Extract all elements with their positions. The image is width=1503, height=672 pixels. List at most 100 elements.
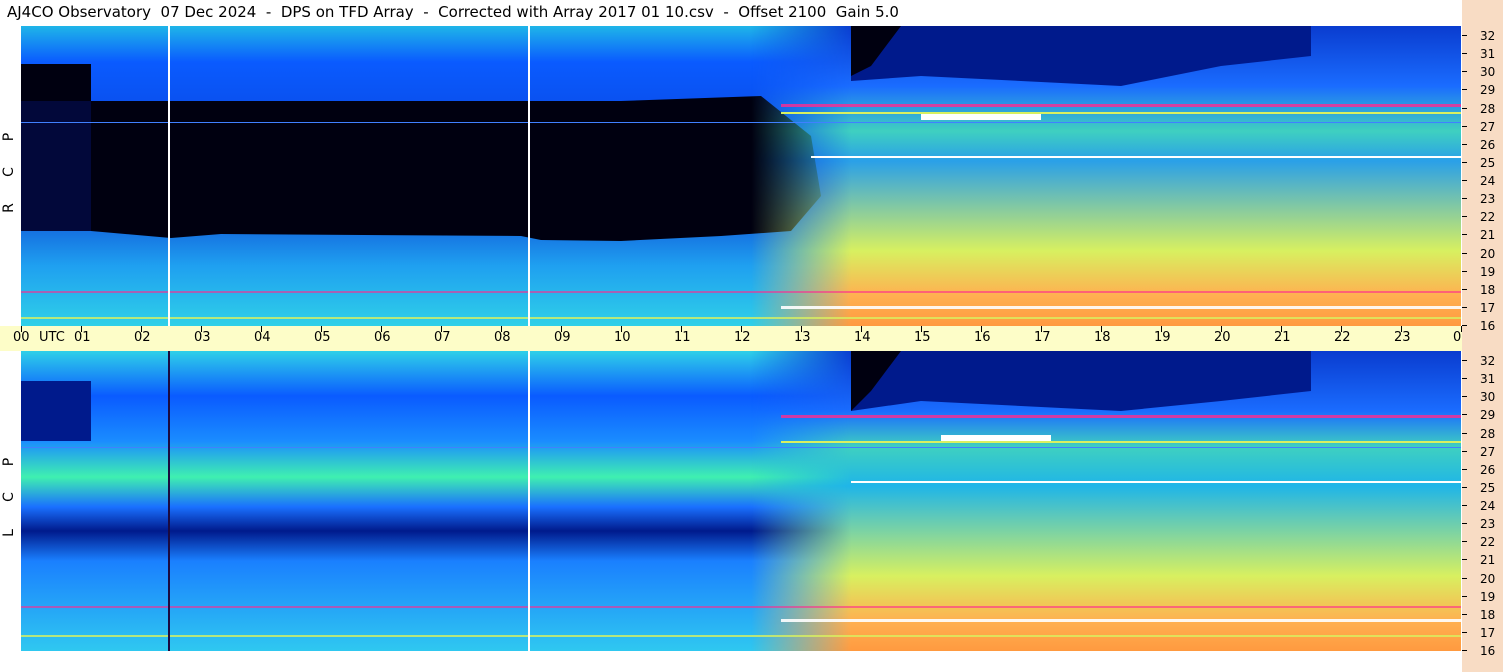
time-tick-mark: [621, 326, 622, 332]
freq-tick-label: 18: [1480, 607, 1496, 622]
freq-tick-mark: [1462, 450, 1467, 452]
freq-tick-label: 20: [1480, 571, 1496, 586]
pol-letter: P: [1, 457, 17, 467]
freq-tick-label: 16: [1480, 644, 1496, 658]
freq-tick-label: 17: [1480, 625, 1496, 640]
time-tick-mark: [921, 326, 922, 332]
lcp-label-column: P C L: [0, 351, 20, 651]
freq-tick-label: 19: [1480, 589, 1496, 604]
freq-tick-mark: [1462, 234, 1467, 236]
freq-tick-label: 25: [1480, 155, 1496, 170]
freq-tick-label: 16: [1480, 319, 1496, 333]
rcp-label-column: P C R: [0, 26, 20, 326]
time-tick-mark: [141, 326, 142, 332]
freq-tick-mark: [1462, 71, 1467, 73]
freq-tick-label: 26: [1480, 137, 1496, 152]
time-tick-mark: [81, 326, 82, 332]
freq-tick-label: 28: [1480, 101, 1496, 116]
time-tick-label: 16: [974, 330, 991, 345]
time-tick-mark: [381, 326, 382, 332]
time-tick-mark: [741, 326, 742, 332]
freq-tick-mark: [1462, 505, 1467, 506]
time-tick-label: 19: [1154, 330, 1171, 345]
freq-tick-mark: [1462, 161, 1467, 163]
time-tick-label: 10: [614, 330, 631, 345]
time-tick-label: 23: [1394, 330, 1411, 345]
time-tick-mark: [1221, 326, 1222, 332]
freq-tick-mark: [1462, 396, 1467, 398]
freq-tick-mark: [1462, 432, 1467, 434]
freq-tick-mark: [1462, 288, 1467, 290]
time-tick-label: 07: [434, 330, 451, 345]
time-tick-mark: [1041, 326, 1042, 332]
freq-tick-label: 19: [1480, 264, 1496, 279]
pol-letter: L: [1, 529, 17, 537]
time-axis-bar: 00 01 02 03 04 05 06 07 08 09 10 11 12 13 14 15 16 17 18 19…: [0, 326, 1500, 351]
freq-tick-label: 32: [1480, 29, 1496, 43]
freq-tick-mark: [1462, 559, 1467, 561]
freq-tick-label: 27: [1480, 119, 1496, 134]
freq-tick-mark: [1462, 577, 1467, 579]
time-tick-label: 03: [194, 330, 211, 345]
freq-tick-mark: [1462, 325, 1467, 326]
freq-tick-mark: [1462, 35, 1467, 36]
freq-tick-label: 30: [1480, 390, 1496, 405]
time-tick-mark: [681, 326, 682, 332]
time-tick-mark: [201, 326, 202, 332]
freq-tick-mark: [1462, 414, 1467, 416]
freq-tick-label: 20: [1480, 246, 1496, 261]
freq-tick-label: 24: [1480, 174, 1496, 188]
time-tick-mark: [441, 326, 442, 332]
freq-tick-mark: [1462, 523, 1467, 525]
time-tick-mark: [981, 326, 982, 332]
time-tick-label: 14: [854, 330, 871, 345]
freq-tick-mark: [1462, 180, 1467, 181]
time-tick-mark: [801, 326, 802, 332]
freq-tick-label: 25: [1480, 480, 1496, 495]
freq-tick-label: 28: [1480, 426, 1496, 441]
time-tick-label: 06: [374, 330, 391, 345]
time-tick-label: 00: [13, 330, 30, 345]
time-tick-label: 13: [794, 330, 811, 345]
freq-tick-label: 18: [1480, 282, 1496, 297]
utc-label: UTC: [39, 330, 65, 345]
time-tick-label: 20: [1214, 330, 1231, 345]
pol-letter: R: [1, 203, 17, 213]
time-tick-label: 18: [1094, 330, 1111, 345]
pol-letter: C: [1, 167, 17, 177]
time-tick-mark: [21, 326, 22, 332]
freq-tick-label: 21: [1480, 228, 1496, 243]
freq-tick-label: 26: [1480, 462, 1496, 477]
time-tick-mark: [1101, 326, 1102, 332]
time-tick-label: 04: [254, 330, 271, 345]
lcp-spectrogram-svg: [21, 351, 1461, 651]
freq-tick-mark: [1462, 595, 1467, 597]
freq-tick-label: 31: [1480, 47, 1496, 62]
freq-tick-mark: [1462, 378, 1467, 380]
rcp-spectrogram: [21, 26, 1461, 326]
rcp-spectrogram-svg: [21, 26, 1461, 326]
freq-tick-mark: [1462, 143, 1467, 145]
freq-tick-mark: [1462, 89, 1467, 91]
freq-tick-label: 29: [1480, 83, 1496, 98]
freq-tick-mark: [1462, 613, 1467, 615]
pol-letter: P: [1, 132, 17, 142]
freq-tick-label: 27: [1480, 444, 1496, 459]
time-tick-label: 21: [1274, 330, 1291, 345]
freq-tick-mark: [1462, 360, 1467, 361]
freq-tick-label: 30: [1480, 65, 1496, 80]
time-tick-label: 09: [554, 330, 571, 345]
freq-tick-mark: [1462, 468, 1467, 470]
time-tick-mark: [1341, 326, 1342, 332]
freq-tick-label: 23: [1480, 192, 1496, 207]
freq-tick-label: 32: [1480, 354, 1496, 368]
freq-tick-mark: [1462, 631, 1467, 633]
freq-tick-mark: [1462, 270, 1467, 272]
time-tick-mark: [321, 326, 322, 332]
chart-title: AJ4CO Observatory 07 Dec 2024 - DPS on T…: [7, 3, 899, 21]
time-tick-label: 08: [494, 330, 511, 345]
freq-tick-label: 29: [1480, 408, 1496, 423]
freq-tick-label: 21: [1480, 553, 1496, 568]
freq-tick-mark: [1462, 125, 1467, 127]
time-tick-mark: [501, 326, 502, 332]
